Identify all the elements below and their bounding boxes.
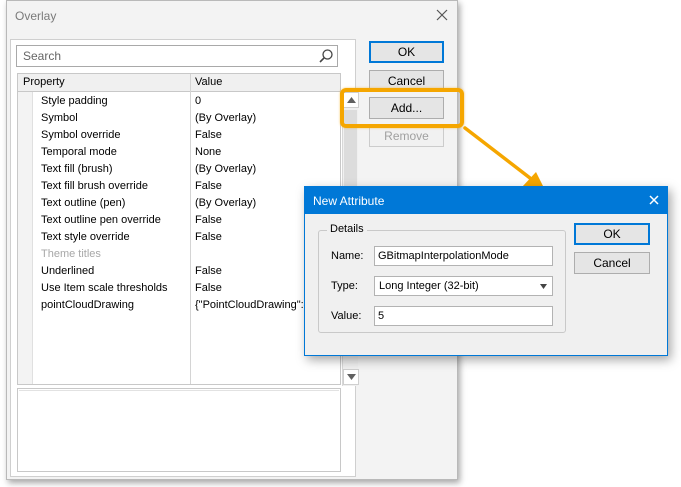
table-row[interactable]: Symbol (By Overlay) <box>33 110 340 127</box>
name-input[interactable] <box>375 247 552 265</box>
search-box[interactable] <box>16 45 338 67</box>
ok-button[interactable]: OK <box>574 223 650 245</box>
table-row[interactable]: Text style override False <box>33 229 340 246</box>
property-value[interactable]: None <box>195 146 340 158</box>
property-value[interactable]: (By Overlay) <box>195 112 340 124</box>
value-label: Value: <box>331 310 362 322</box>
column-header-value[interactable]: Value <box>195 76 222 88</box>
column-header-property[interactable]: Property <box>23 76 65 88</box>
property-value[interactable]: (By Overlay) <box>195 163 340 175</box>
table-row[interactable]: Use Item scale thresholds False <box>33 280 340 297</box>
dialog-title: Overlay <box>15 9 57 23</box>
property-name: pointCloudDrawing <box>41 299 134 311</box>
table-row[interactable]: Text outline (pen) (By Overlay) <box>33 195 340 212</box>
property-name: Text fill (brush) <box>41 163 113 175</box>
property-value[interactable]: False <box>195 129 340 141</box>
property-name: Symbol <box>41 112 78 124</box>
details-group: Details Name: Type: Long Integer (32-bit… <box>318 223 566 333</box>
table-row[interactable]: Style padding 0 <box>33 93 340 110</box>
search-icon[interactable] <box>318 48 334 64</box>
description-panel <box>17 388 341 472</box>
property-name: Text fill brush override <box>41 180 148 192</box>
new-attribute-dialog: New Attribute Details Name: Type: Long I… <box>304 186 668 356</box>
property-name: Text outline (pen) <box>41 197 126 209</box>
type-select[interactable]: Long Integer (32-bit) <box>374 276 553 296</box>
value-field[interactable] <box>374 306 553 326</box>
table-row[interactable]: Symbol override False <box>33 127 340 144</box>
cancel-button[interactable]: Cancel <box>574 252 650 274</box>
property-name: Text outline pen override <box>41 214 161 226</box>
title-bar[interactable]: New Attribute <box>305 187 667 214</box>
name-field[interactable] <box>374 246 553 266</box>
property-name: Underlined <box>41 265 95 277</box>
search-input[interactable] <box>17 46 307 66</box>
table-row[interactable]: Text fill brush override False <box>33 178 340 195</box>
dialog-title: New Attribute <box>313 194 385 208</box>
row-margin <box>18 92 33 384</box>
table-row[interactable]: Text outline pen override False <box>33 212 340 229</box>
name-label: Name: <box>331 250 364 262</box>
dropdown-arrow-icon[interactable] <box>540 284 547 289</box>
type-selected-value: Long Integer (32-bit) <box>379 280 479 292</box>
close-icon[interactable] <box>433 6 451 24</box>
description-text-area <box>19 390 339 470</box>
scroll-down-icon[interactable] <box>343 369 359 385</box>
property-name: Text style override <box>41 231 130 243</box>
ok-button[interactable]: OK <box>369 41 444 63</box>
table-row[interactable]: Underlined False <box>33 263 340 280</box>
table-row[interactable]: Text fill (brush) (By Overlay) <box>33 161 340 178</box>
grid-header: Property Value <box>18 74 340 92</box>
property-name: Use Item scale thresholds <box>41 282 168 294</box>
property-name: Temporal mode <box>41 146 117 158</box>
value-input[interactable] <box>375 307 552 325</box>
property-value[interactable]: 0 <box>195 95 340 107</box>
callout-highlight <box>340 88 464 128</box>
table-row[interactable]: Theme titles <box>33 246 340 263</box>
type-label: Type: <box>331 280 358 292</box>
property-name: Symbol override <box>41 129 121 141</box>
property-name: Style padding <box>41 95 108 107</box>
table-row[interactable]: Temporal mode None <box>33 144 340 161</box>
property-grid: Property Value Style padding 0 Symbol (By… <box>17 73 341 385</box>
table-row[interactable]: pointCloudDrawing {"PointCloudDrawing":{ <box>33 297 340 314</box>
group-label: Details <box>327 223 367 235</box>
close-icon[interactable] <box>647 193 661 207</box>
remove-button: Remove <box>369 125 444 147</box>
property-name: Theme titles <box>41 248 101 260</box>
